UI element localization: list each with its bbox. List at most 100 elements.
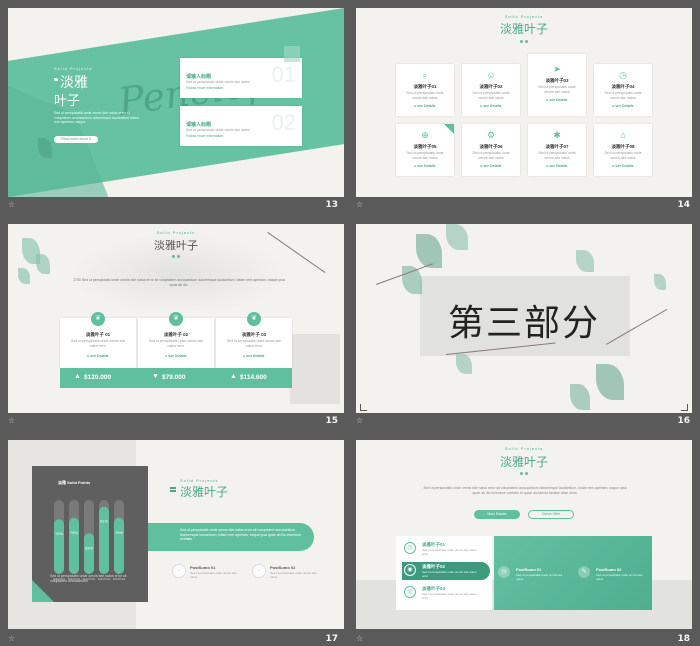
card-title: 淡雅叶子05: [413, 144, 437, 149]
card-text: Sed ut perspiciatis unde omnis iste natu…: [472, 91, 510, 100]
arrow-down-icon: ▼: [152, 373, 159, 380]
post-1: ◷ PostSumo 01 Sed ut perspiciatis unde o…: [498, 566, 568, 584]
slide-13-thumbnail[interactable]: Solid Projects 淡雅 叶子 Penelope Sed ut per…: [8, 8, 344, 197]
leaf-decoration: [18, 268, 30, 284]
see-details-link[interactable]: ▸ see Details: [216, 354, 292, 358]
feature-card[interactable]: ◷ 淡雅叶子04 Sed ut perspiciatis unde omnis is…: [594, 64, 652, 116]
point-icon: ◦: [252, 564, 266, 578]
slide-14-thumbnail[interactable]: Solid Projects 淡雅叶子 ⌕ 淡雅叶子01 Sed ut perspi…: [356, 8, 692, 197]
banner-text: Sed ut perspiciatis unde omnis iste natu…: [180, 528, 302, 541]
feature-card[interactable]: ⊕ 淡雅叶子05 Sed ut perspiciatis unde omnis is…: [396, 124, 454, 176]
section-title: 第三部分: [447, 303, 600, 344]
gears-icon: ⚙: [486, 130, 496, 140]
feature-card[interactable]: ☺ 淡雅叶子02 Sed ut perspiciatis unde omnis is…: [462, 64, 520, 116]
feature-card[interactable]: ✱ 淡雅叶子07 Sed ut perspiciatis unde omnis is…: [528, 124, 586, 176]
card-text: Sed ut perspiciatis unde omnis iste natu…: [186, 128, 250, 132]
stat-amount: $79.000: [162, 374, 186, 381]
list-item-text: Sed ut perspiciatis unde omnis iste natu…: [422, 548, 477, 556]
bar-value-label: 74%: [55, 531, 63, 536]
see-details-link[interactable]: ▸ see Details: [60, 354, 136, 358]
leaf-decoration: [654, 274, 666, 290]
point-1: ◦ PostSumo 01 Sed ut perspiciatis unde o…: [172, 564, 244, 584]
see-details-link[interactable]: ▸ see Details: [528, 98, 586, 102]
bar-value-label: 55%: [85, 545, 93, 550]
card-title: 淡雅叶子07: [545, 144, 569, 149]
see-details-link[interactable]: ▸ see Details: [396, 164, 454, 168]
subtitle: Solid Projects: [156, 230, 196, 235]
card-title: 请输入标题: [186, 122, 212, 128]
leaf-decoration: [416, 234, 442, 268]
card-link[interactable]: Follow more information: [186, 134, 223, 138]
list-item[interactable]: ◷ 淡雅叶子01 Sed ut perspiciatis unde omnis is…: [402, 540, 486, 558]
leaf-icon: ❦: [91, 312, 105, 326]
check-offer-button[interactable]: Check Offer: [528, 510, 574, 519]
subtitle: Solid Projects: [54, 66, 93, 71]
page-title: 淡雅叶子: [499, 455, 548, 469]
bar-value-label: 76%: [115, 530, 123, 535]
page-title: 淡雅叶子: [154, 239, 198, 252]
stat-amount: $114.600: [240, 374, 267, 381]
bar-chart: 74%Solid Point76%Solid Point55%Solid Poi…: [53, 500, 125, 581]
slide-icon: ☆: [8, 416, 16, 425]
list-item-icon: ◷: [404, 542, 416, 554]
see-details-link[interactable]: ▸ see Details: [594, 164, 652, 168]
main-details-button[interactable]: Main Details: [474, 510, 520, 519]
leaf-decoration: [456, 354, 472, 374]
slide-icon: ☆: [8, 200, 16, 209]
slide-16-footer: ☆ 16: [356, 416, 690, 426]
slide-17-thumbnail[interactable]: 淡雅 Solid Points 74% Solid Point 76% Solid P…: [8, 440, 344, 629]
stat-card[interactable]: ❦ 淡雅叶子 03 Sed ut perspiciatis unde omnis i…: [216, 312, 292, 368]
description: 2700 Sed ut perspiciatis unde omnis iste…: [73, 278, 285, 287]
see-details-link[interactable]: ▸ see Details: [396, 104, 454, 108]
feature-card[interactable]: ⌂ 淡雅叶子08 Sed ut perspiciatis unde omnis is…: [594, 124, 652, 176]
slide-18-thumbnail[interactable]: Solid Projects 淡雅叶子 Sed ut perspiciatis …: [356, 440, 692, 629]
leaf-decoration: [576, 250, 594, 272]
slide-number: 17: [325, 634, 338, 644]
list-item[interactable]: ◎ 淡雅叶子03 Sed ut perspiciatis unde omnis is…: [402, 584, 486, 602]
card-text: Sed ut perspiciatis unde omnis iste natu…: [406, 151, 444, 160]
feature-card[interactable]: ➤ 淡雅叶子03 Sed ut perspiciatis unde omnis is…: [528, 54, 586, 116]
card-title: 请输入标题: [186, 74, 212, 80]
teal-banner: Sed ut perspiciatis unde omnis iste natu…: [148, 523, 314, 551]
see-details-link[interactable]: ▸ see Details: [594, 104, 652, 108]
bar: [114, 517, 124, 574]
feature-card[interactable]: ⚙ 淡雅叶子06 Sed ut perspiciatis unde omnis is…: [462, 124, 520, 176]
bar-value-label: 91%: [100, 519, 108, 524]
see-details-link[interactable]: ▸ see Details: [528, 164, 586, 168]
bar-value-label: 76%: [70, 530, 78, 535]
card-link[interactable]: Follow more information: [186, 86, 223, 90]
post-icon: ◷: [498, 566, 510, 578]
card-title: 淡雅叶子 01: [85, 332, 111, 337]
leaf-icon: ❦: [169, 312, 183, 326]
description: Sed ut perspiciatis unde omnis iste natu…: [54, 111, 140, 124]
slide-17-footer: ☆ 17: [8, 634, 338, 644]
bar: [69, 517, 79, 574]
card-bg-number: 02: [271, 110, 296, 135]
bar: [99, 506, 109, 574]
info-card-1: 01 请输入标题 Sed ut perspiciatis unde omnis …: [180, 58, 302, 98]
bar: [84, 533, 94, 574]
stat-card[interactable]: ❦ 淡雅叶子 02 Sed ut perspiciatis unde omnis i…: [138, 312, 214, 368]
slide-15-thumbnail[interactable]: Solid Projects 淡雅叶子 2700 Sed ut perspici…: [8, 224, 344, 413]
description: Sed ut perspiciatis unde omnis iste natu…: [423, 486, 627, 495]
list-item-icon: ◎: [404, 586, 416, 598]
read-more-button[interactable]: Read more about it: [54, 136, 98, 143]
see-details-link[interactable]: ▸ see Details: [138, 354, 214, 358]
title-line-2: 叶子: [54, 94, 81, 109]
page-dots: [170, 255, 182, 258]
card-text: Sed ut perspiciatis unde omnis iste natu…: [406, 91, 444, 100]
subtitle: Solid Projects: [504, 446, 544, 451]
send-icon: ➤: [553, 64, 561, 74]
card-bg-number: 01: [271, 62, 296, 87]
list-item[interactable]: ◉ 淡雅叶子02 Sed ut perspiciatis unde omnis is…: [402, 562, 490, 580]
post-text: Sed ut perspiciatis unde omnis iste natu…: [596, 573, 643, 581]
slide-16-thumbnail[interactable]: 第三部分: [356, 224, 692, 413]
point-title: PostSumo 01: [190, 565, 216, 570]
stat-card[interactable]: ❦ 淡雅叶子 01 Sed ut perspiciatis unde omnis i…: [60, 312, 136, 368]
card-title: 淡雅叶子06: [479, 144, 503, 149]
see-details-link[interactable]: ▸ see Details: [462, 104, 520, 108]
leaf-logo-icon: [54, 78, 58, 81]
page-dots: [518, 40, 530, 43]
see-details-link[interactable]: ▸ see Details: [462, 164, 520, 168]
feature-card[interactable]: ⌕ 淡雅叶子01 Sed ut perspiciatis unde omnis is…: [396, 64, 454, 116]
